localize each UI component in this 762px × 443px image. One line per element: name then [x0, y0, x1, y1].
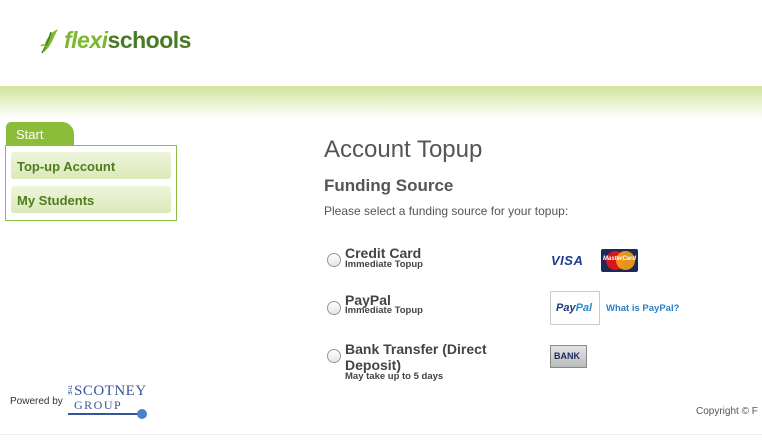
paypal-logo: PayPal: [550, 291, 600, 325]
logo-schools: schools: [107, 26, 192, 53]
logo-flexi: flexi: [64, 26, 108, 53]
scotney-dot: [137, 409, 147, 419]
funding-option-paypal: PayPal Immediate Topup: [324, 292, 762, 332]
sidebar-item-topup-account[interactable]: Top-up Account: [11, 152, 171, 179]
site-header: flexischools: [0, 0, 762, 86]
flexischools-logo[interactable]: flexischools: [40, 26, 191, 54]
footer-divider: [0, 434, 762, 435]
bank-transfer-radio[interactable]: [327, 349, 341, 363]
page-title: Account Topup: [324, 136, 483, 163]
section-title: Funding Source: [324, 176, 454, 195]
paypal-radio[interactable]: [327, 301, 341, 315]
logo-text: flexischools: [64, 27, 191, 54]
credit-card-radio[interactable]: [327, 253, 341, 267]
scotney-the: THE: [66, 385, 72, 395]
sidebar-item-my-students[interactable]: My Students: [11, 186, 171, 213]
mastercard-text: MasterCard: [603, 256, 637, 262]
paypal-logo-pay: Pay: [556, 302, 576, 314]
instruction-text: Please select a funding source for your …: [324, 204, 569, 218]
mastercard-logo: MasterCard: [601, 249, 638, 272]
funding-option-credit-card: Credit Card Immediate Topup: [324, 245, 762, 285]
main-content: Account Topup Funding Source Please sele…: [324, 136, 762, 218]
scotney-line2: GROUP: [74, 398, 123, 412]
what-is-paypal-link[interactable]: What is PayPal?: [606, 303, 679, 314]
scotney-underline: [68, 413, 140, 415]
paypal-logo-pal: Pal: [575, 302, 593, 314]
credit-card-sub: Immediate Topup: [345, 259, 423, 270]
paypal-sub: Immediate Topup: [345, 305, 423, 316]
tab-start[interactable]: Start: [6, 122, 74, 146]
bank-transfer-label-line1: Bank Transfer (Direct: [345, 341, 487, 357]
sidebar-nav: Top-up Account My Students: [5, 145, 177, 221]
visa-logo: VISA: [551, 253, 584, 268]
powered-by-text: Powered by: [10, 396, 63, 407]
bank-logo: BANK: [550, 345, 587, 368]
bank-transfer-label: Bank Transfer (Direct Deposit): [345, 341, 487, 373]
bank-transfer-sub: May take up to 5 days: [345, 371, 444, 382]
copyright-text: Copyright © F: [696, 406, 758, 417]
leaf-icon: [40, 29, 58, 54]
header-band: [0, 86, 762, 120]
funding-option-bank-transfer: Bank Transfer (Direct Deposit) May take …: [324, 341, 762, 382]
scotney-group-logo[interactable]: THE SCOTNEY GROUP: [66, 383, 162, 421]
